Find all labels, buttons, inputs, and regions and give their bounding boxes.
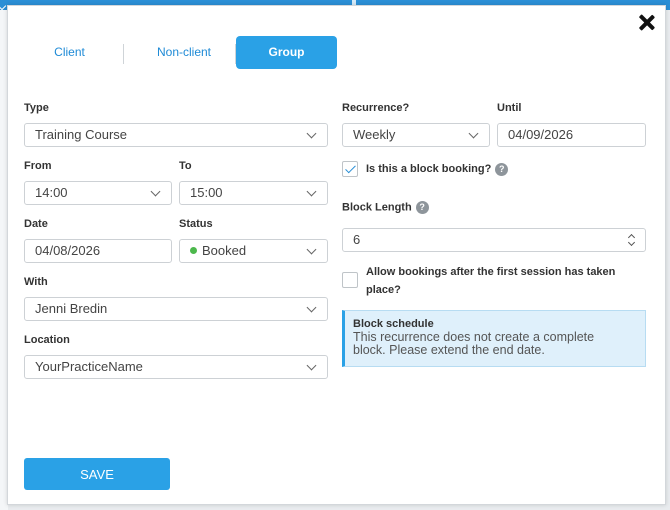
status-select[interactable]: Booked <box>179 239 328 263</box>
block-booking-label: Is this a block booking?? <box>366 160 509 178</box>
help-icon[interactable]: ? <box>495 162 509 176</box>
block-length-input[interactable]: 6 <box>342 228 646 252</box>
with-select[interactable]: Jenni Bredin <box>24 297 328 321</box>
allow-bookings-label-line2: place? <box>366 284 401 296</box>
with-label: With <box>24 276 48 288</box>
recurrence-value: Weekly <box>353 127 396 142</box>
block-booking-label-text: Is this a block booking? <box>366 163 492 175</box>
block-length-label: Block Length? <box>342 201 429 214</box>
chevron-down-icon <box>306 302 317 313</box>
date-label: Date <box>24 218 48 230</box>
until-label: Until <box>497 102 522 114</box>
date-value: 04/08/2026 <box>35 243 101 258</box>
recurrence-select[interactable]: Weekly <box>342 123 490 147</box>
chevron-down-icon <box>306 244 317 255</box>
chevron-down-icon <box>306 128 317 139</box>
block-length-label-text: Block Length <box>342 201 412 214</box>
chevron-down-icon <box>150 186 161 197</box>
tab-non-client[interactable]: Non-client <box>133 36 235 69</box>
location-value: YourPracticeName <box>35 359 143 374</box>
location-select[interactable]: YourPracticeName <box>24 355 328 379</box>
type-value: Training Course <box>35 127 128 142</box>
chevron-down-icon <box>468 128 479 139</box>
status-dot-icon <box>190 247 197 254</box>
block-length-value: 6 <box>353 232 361 247</box>
block-booking-checkbox[interactable] <box>342 161 358 177</box>
until-date-input[interactable]: 04/09/2026 <box>497 123 646 147</box>
to-time-value: 15:00 <box>190 185 223 200</box>
block-schedule-alert: Block schedule This recurrence does not … <box>342 310 646 367</box>
to-label: To <box>179 160 192 172</box>
chevron-down-icon <box>0 1 7 11</box>
location-label: Location <box>24 334 70 346</box>
date-input[interactable]: 04/08/2026 <box>24 239 172 263</box>
until-date-value: 04/09/2026 <box>508 127 574 142</box>
type-label: Type <box>24 102 49 114</box>
number-stepper-icon[interactable] <box>627 233 637 247</box>
with-value: Jenni Bredin <box>35 301 108 316</box>
recurrence-label: Recurrence? <box>342 102 410 114</box>
to-time-select[interactable]: 15:00 <box>179 181 328 205</box>
chevron-down-icon <box>306 360 317 371</box>
type-select[interactable]: Training Course <box>24 123 328 147</box>
from-time-select[interactable]: 14:00 <box>24 181 172 205</box>
tab-divider <box>123 44 124 64</box>
chevron-down-icon <box>306 186 317 197</box>
from-label: From <box>24 160 52 172</box>
status-label: Status <box>179 218 213 230</box>
booking-dialog: Client Non-client Group Type Training Co… <box>7 5 666 505</box>
block-schedule-message-line2: block. Please extend the end date. <box>353 343 545 357</box>
close-icon[interactable] <box>636 12 658 34</box>
tab-group[interactable]: Group <box>236 36 337 69</box>
help-icon[interactable]: ? <box>415 201 429 214</box>
status-value: Booked <box>202 243 247 258</box>
allow-bookings-label: Allow bookings after the first session h… <box>366 263 646 299</box>
from-time-value: 14:00 <box>35 185 68 200</box>
allow-bookings-checkbox[interactable] <box>342 272 358 288</box>
allow-bookings-label-line1: Allow bookings after the first session h… <box>366 266 616 278</box>
save-button[interactable]: SAVE <box>24 458 170 490</box>
tab-client[interactable]: Client <box>26 36 113 69</box>
